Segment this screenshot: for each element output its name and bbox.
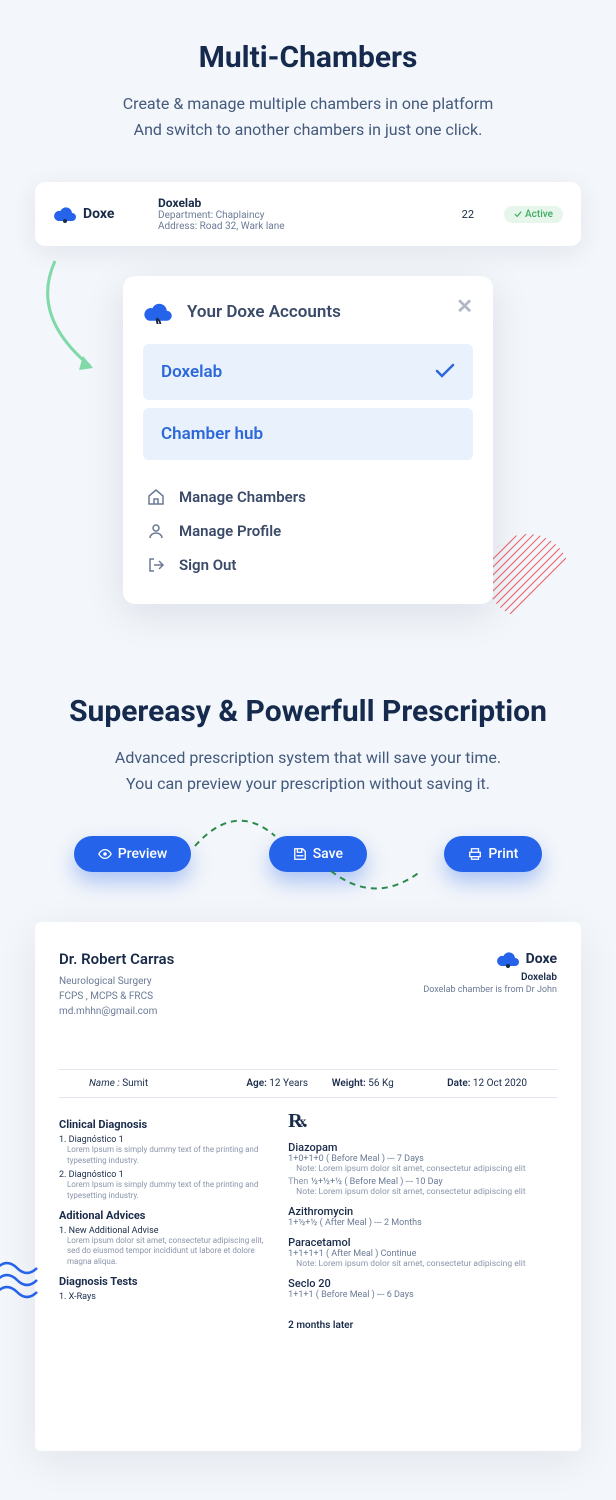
- followup-text: 2 months later: [288, 1320, 557, 1331]
- chamber-count: 22: [462, 208, 474, 221]
- brand-info: Doxe Doxelab Doxelab chamber is from Dr …: [423, 950, 557, 1019]
- print-button[interactable]: Print: [444, 836, 542, 872]
- deco-wave-icon: [0, 1258, 38, 1308]
- home-icon: [147, 488, 165, 506]
- account-item-doxelab[interactable]: Doxelab: [143, 344, 473, 400]
- user-icon: [147, 522, 165, 540]
- patient-info-row: Name : Sumit Age: 12 Years Weight: 56 Kg…: [59, 1069, 557, 1098]
- preview-button[interactable]: Preview: [74, 836, 192, 872]
- doxe-logo: Doxe: [53, 205, 138, 223]
- accounts-title: Your Doxe Accounts: [187, 302, 341, 322]
- signout-icon: [147, 556, 165, 574]
- active-badge: Active: [504, 206, 563, 223]
- menu-sign-out[interactable]: Sign Out: [143, 548, 473, 582]
- cloud-icon: [143, 300, 173, 324]
- rx-left-column: Clinical Diagnosis 1. Diagnóstico 1 Lore…: [59, 1110, 268, 1331]
- cloud-icon: [496, 950, 520, 968]
- menu-manage-profile[interactable]: Manage Profile: [143, 514, 473, 548]
- accounts-popover: ✕ Your Doxe Accounts Doxelab Chamber hub: [123, 276, 493, 604]
- doctor-info: Dr. Robert Carras Neurological Surgery F…: [59, 950, 174, 1019]
- action-buttons-row: Preview Save Print: [35, 836, 581, 872]
- arrow-curve-icon: [35, 256, 115, 386]
- checkmark-icon: [435, 360, 455, 384]
- menu-manage-chambers[interactable]: Manage Chambers: [143, 480, 473, 514]
- print-icon: [468, 847, 482, 861]
- rx-symbol-icon: Rx.: [288, 1110, 557, 1133]
- prescription-document: Dr. Robert Carras Neurological Surgery F…: [35, 922, 581, 1451]
- dash-curve-icon: [190, 811, 280, 851]
- section1-desc: Create & manage multiple chambers in one…: [20, 91, 596, 142]
- account-item-chamberhub[interactable]: Chamber hub: [143, 408, 473, 460]
- rx-right-column: Rx. Diazopam 1+0+1+0 ( Before Meal ) ---…: [288, 1110, 557, 1331]
- cloud-icon: [53, 205, 77, 223]
- dash-curve-icon: [326, 861, 426, 901]
- section2-title: Supereasy & Powerfull Prescription: [20, 694, 596, 729]
- brand-text: Doxe: [83, 206, 114, 222]
- section1-title: Multi-Chambers: [20, 40, 596, 75]
- chamber-info: Doxelab Department: Chaplaincy Address: …: [158, 196, 432, 232]
- save-icon: [293, 847, 307, 861]
- chamber-summary-card: Doxe Doxelab Department: Chaplaincy Addr…: [35, 182, 581, 246]
- eye-icon: [98, 847, 112, 861]
- close-icon[interactable]: ✕: [456, 294, 473, 318]
- section2-desc: Advanced prescription system that will s…: [20, 745, 596, 796]
- deco-diagonal-icon: [486, 534, 571, 619]
